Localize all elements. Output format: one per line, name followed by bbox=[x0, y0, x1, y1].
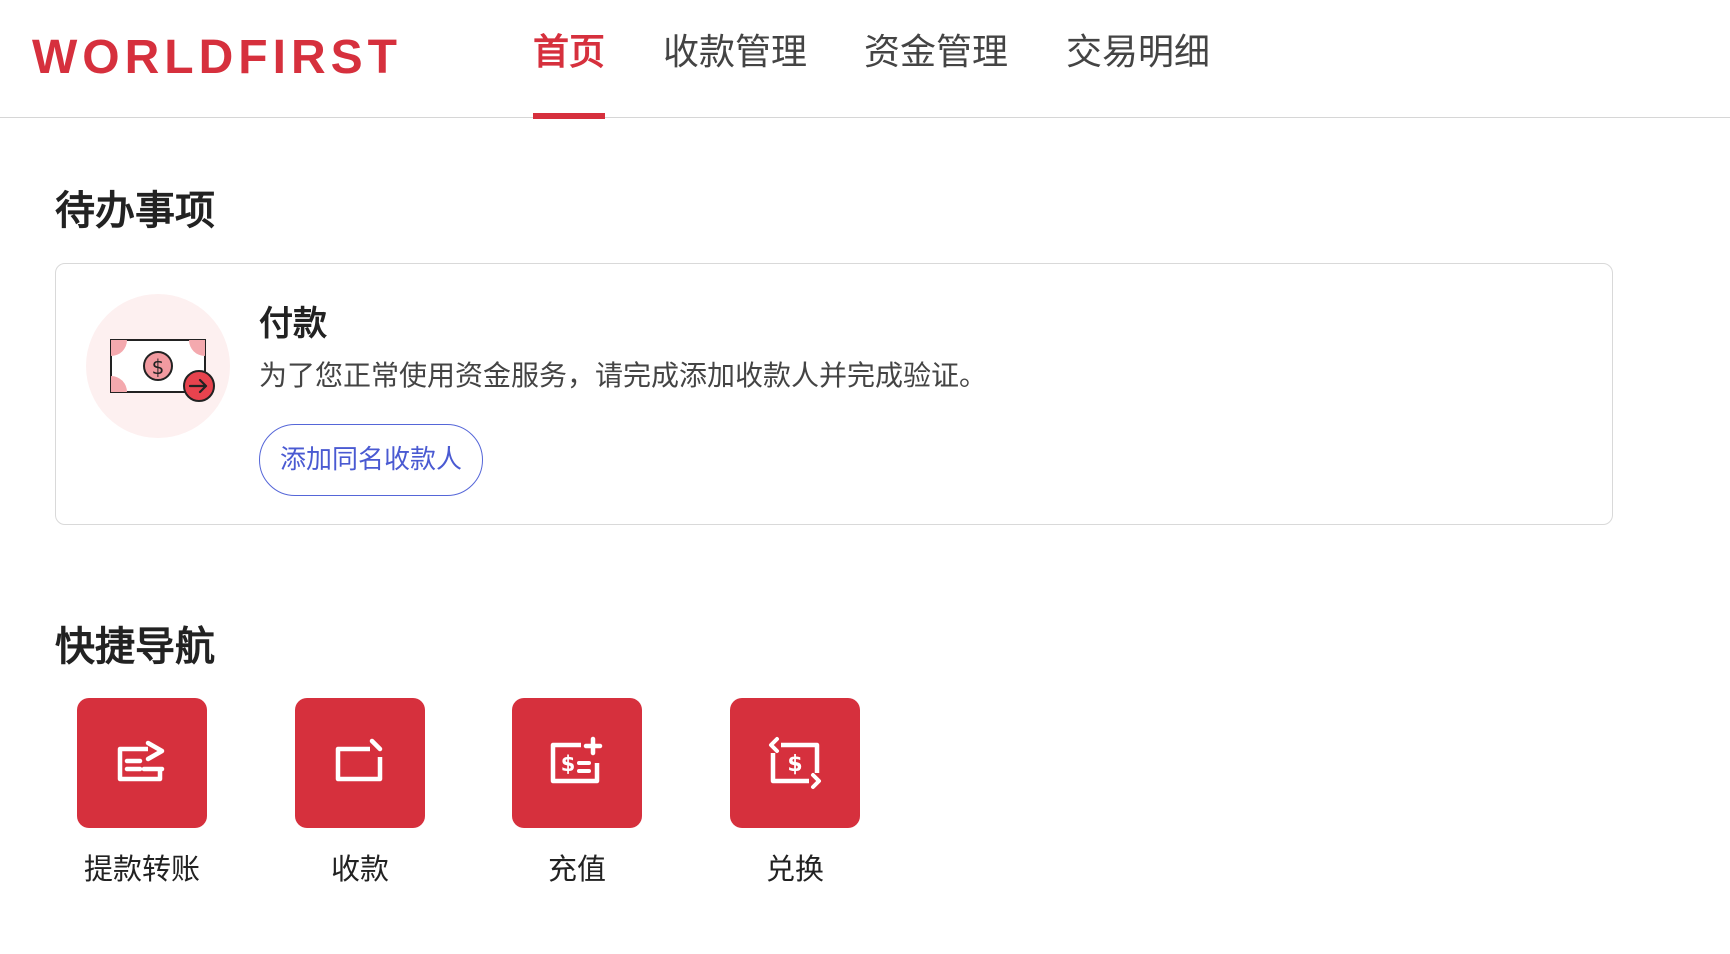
todo-card-payment: $ 付款 为了您正常使用资金服务，请完成添加收款人并完成验证。 添加同名收款人 bbox=[55, 263, 1613, 525]
top-navigation-bar: WORLDFIRST 首页 收款管理 资金管理 交易明细 bbox=[0, 0, 1730, 119]
quick-nav-receive[interactable]: 收款 bbox=[295, 698, 425, 888]
svg-text:$: $ bbox=[561, 752, 576, 776]
quick-nav-tile[interactable]: $ bbox=[730, 698, 860, 828]
svg-text:$: $ bbox=[152, 355, 165, 379]
todo-card-title: 付款 bbox=[259, 304, 327, 344]
nav-tab-funds[interactable]: 资金管理 bbox=[864, 0, 1008, 118]
todo-card-description: 为了您正常使用资金服务，请完成添加收款人并完成验证。 bbox=[259, 359, 988, 392]
nav-tab-receivables[interactable]: 收款管理 bbox=[663, 0, 807, 118]
quick-nav-withdraw-transfer[interactable]: 提款转账 bbox=[77, 698, 207, 888]
quick-nav-tile[interactable] bbox=[77, 698, 207, 828]
quick-nav-tile[interactable]: $ bbox=[512, 698, 642, 828]
quick-nav-top-up[interactable]: $ 充值 bbox=[512, 698, 642, 888]
add-same-name-payee-button[interactable]: 添加同名收款人 bbox=[259, 424, 483, 496]
payment-money-icon: $ bbox=[86, 294, 230, 438]
worldfirst-logo[interactable]: WORLDFIRST bbox=[32, 30, 402, 86]
withdraw-transfer-icon bbox=[117, 740, 165, 782]
quick-nav-label: 提款转账 bbox=[83, 852, 200, 886]
quick-nav-exchange[interactable]: $ 兑换 bbox=[730, 698, 860, 888]
nav-tab-home[interactable]: 首页 bbox=[533, 0, 606, 119]
quick-nav-label: 兑换 bbox=[765, 852, 824, 886]
quick-nav-label: 充值 bbox=[547, 852, 606, 886]
quick-nav-tile[interactable] bbox=[295, 698, 425, 828]
exchange-icon: $ bbox=[769, 737, 821, 789]
top-up-icon: $ bbox=[550, 736, 603, 784]
svg-text:$: $ bbox=[787, 752, 802, 777]
nav-tab-transactions[interactable]: 交易明细 bbox=[1066, 0, 1210, 118]
quick-nav-label: 收款 bbox=[330, 852, 389, 886]
receive-icon bbox=[335, 738, 383, 782]
todo-section-title: 待办事项 bbox=[55, 188, 215, 234]
quick-nav-section-title: 快捷导航 bbox=[55, 624, 215, 670]
